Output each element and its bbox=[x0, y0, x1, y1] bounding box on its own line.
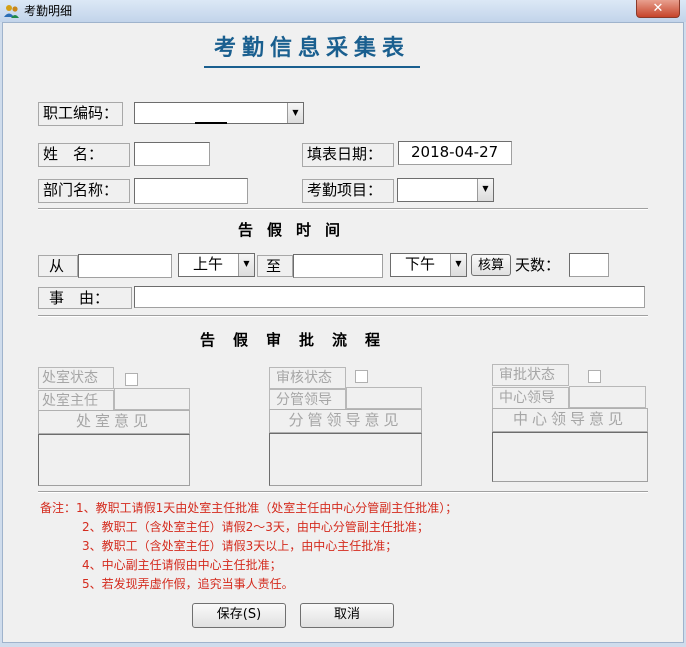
from-date-field[interactable] bbox=[78, 254, 172, 278]
note-line: 3、教职工（含处室主任）请假3天以上，由中心主任批准； bbox=[82, 539, 398, 553]
center-opinion-header: 中心领导意见 bbox=[492, 408, 648, 432]
reason-field[interactable] bbox=[134, 286, 645, 308]
fill-date-field[interactable]: 2018-04-27 bbox=[398, 141, 512, 165]
office-opinion-header: 处室意见 bbox=[38, 410, 190, 434]
office-status-label: 处室状态 bbox=[38, 367, 114, 389]
chevron-down-icon[interactable]: ▼ bbox=[238, 254, 254, 276]
review-leader-label: 分管领导 bbox=[269, 389, 346, 411]
days-field[interactable] bbox=[569, 253, 609, 277]
to-date-field[interactable] bbox=[293, 254, 383, 278]
office-leader-field[interactable] bbox=[114, 388, 190, 410]
office-leader-label: 处室主任 bbox=[38, 390, 114, 412]
close-button[interactable]: ✕ bbox=[636, 0, 680, 18]
to-period-select[interactable]: 下午 ▼ bbox=[390, 253, 467, 277]
leave-time-heading: 告假时间 bbox=[238, 221, 355, 239]
approval-heading: 告假审批流程 bbox=[200, 331, 399, 349]
reason-label: 事 由： bbox=[38, 287, 132, 309]
from-label: 从 bbox=[38, 255, 78, 277]
name-label: 姓 名： bbox=[38, 143, 130, 167]
center-status-label: 审批状态 bbox=[492, 364, 569, 386]
employee-code-select[interactable]: ▼ bbox=[134, 102, 304, 124]
attendance-item-select[interactable]: ▼ bbox=[397, 178, 494, 202]
review-opinion-header: 分管领导意见 bbox=[269, 409, 422, 433]
office-opinion-box[interactable] bbox=[38, 434, 190, 486]
cancel-button[interactable]: 取消 bbox=[300, 603, 394, 628]
calculate-button[interactable]: 核算 bbox=[471, 254, 511, 276]
center-status-checkbox[interactable] bbox=[588, 370, 601, 383]
department-field[interactable] bbox=[134, 178, 248, 204]
note-line: 2、教职工（含处室主任）请假2～3天，由中心分管副主任批准； bbox=[82, 520, 429, 534]
days-label: 天数： bbox=[515, 256, 561, 274]
employee-code-label: 职工编码： bbox=[38, 102, 124, 126]
center-opinion-box[interactable] bbox=[492, 432, 648, 482]
divider bbox=[38, 208, 648, 210]
redacted-mark bbox=[195, 122, 227, 124]
review-status-label: 审核状态 bbox=[269, 367, 346, 389]
divider bbox=[38, 491, 648, 493]
chevron-down-icon[interactable]: ▼ bbox=[287, 103, 303, 123]
center-leader-label: 中心领导 bbox=[492, 387, 569, 409]
to-period-value: 下午 bbox=[405, 255, 436, 273]
divider bbox=[38, 315, 648, 317]
title-bar bbox=[0, 0, 686, 22]
from-period-select[interactable]: 上午 ▼ bbox=[178, 253, 255, 277]
chevron-down-icon[interactable]: ▼ bbox=[477, 179, 493, 201]
users-icon bbox=[4, 5, 19, 18]
name-field[interactable] bbox=[134, 142, 210, 166]
review-leader-field[interactable] bbox=[346, 387, 422, 409]
title-underline bbox=[204, 66, 420, 68]
attendance-item-label: 考勤项目： bbox=[302, 179, 394, 203]
note-line: 备注：1、教职工请假1天由处室主任批准（处室主任由中心分管副主任批准）； bbox=[40, 501, 458, 515]
note-line: 4、中心副主任请假由中心主任批准； bbox=[82, 558, 282, 572]
save-button[interactable]: 保存(S) bbox=[192, 603, 286, 628]
review-opinion-box[interactable] bbox=[269, 433, 422, 486]
to-label: 至 bbox=[257, 255, 293, 277]
chevron-down-icon[interactable]: ▼ bbox=[450, 254, 466, 276]
center-leader-field[interactable] bbox=[569, 386, 646, 408]
window-title: 考勤明细 bbox=[24, 4, 73, 18]
office-status-checkbox[interactable] bbox=[125, 373, 138, 386]
review-status-checkbox[interactable] bbox=[355, 370, 368, 383]
close-icon: ✕ bbox=[652, 1, 664, 16]
form-title: 考勤信息采集表 bbox=[213, 36, 410, 61]
from-period-value: 上午 bbox=[193, 255, 224, 273]
fill-date-label: 填表日期： bbox=[302, 143, 394, 167]
note-line: 5、若发现弄虚作假，追究当事人责任。 bbox=[82, 577, 294, 591]
department-label: 部门名称： bbox=[38, 179, 130, 203]
